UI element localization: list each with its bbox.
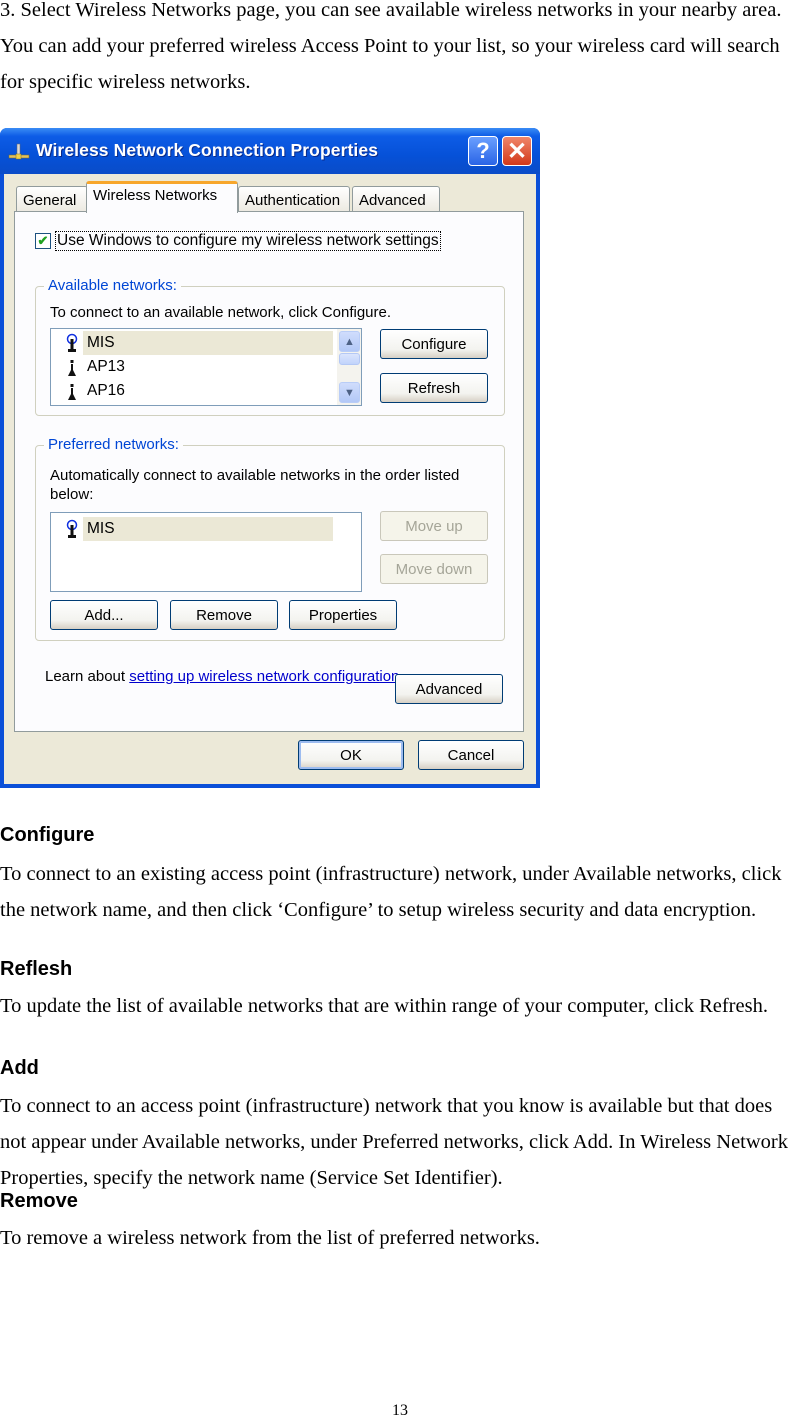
use-windows-label[interactable]: Use Windows to configure my wireless net… bbox=[55, 231, 441, 251]
section-heading-add: Add bbox=[0, 1057, 39, 1079]
learn-prefix: Learn about bbox=[45, 668, 130, 685]
add-button[interactable]: Add... bbox=[50, 600, 158, 630]
ok-button[interactable]: OK bbox=[298, 740, 404, 770]
close-button[interactable]: ✕ bbox=[502, 136, 532, 166]
list-item[interactable]: MIS bbox=[51, 517, 333, 541]
cancel-button[interactable]: Cancel bbox=[418, 740, 524, 770]
section-body-configure: To connect to an existing access point (… bbox=[0, 863, 782, 921]
use-windows-checkbox[interactable]: ✔ bbox=[35, 233, 51, 249]
scroll-up-button[interactable]: ▲ bbox=[339, 331, 360, 352]
chevron-down-icon: ▼ bbox=[344, 386, 355, 399]
scroll-down-button[interactable]: ▼ bbox=[339, 382, 360, 403]
advanced-button[interactable]: Advanced bbox=[395, 674, 503, 704]
tab-advanced[interactable]: Advanced bbox=[352, 186, 440, 212]
learn-about-text: Learn about setting up wireless network … bbox=[45, 667, 404, 686]
intro-paragraph: 3. Select Wireless Networks page, you ca… bbox=[0, 0, 782, 93]
list-item[interactable]: AP13 bbox=[51, 355, 125, 379]
wireless-ap-icon bbox=[68, 360, 76, 376]
section-heading-configure: Configure bbox=[0, 824, 95, 846]
configure-button[interactable]: Configure bbox=[380, 329, 488, 359]
dialog-titlebar[interactable]: Wireless Network Connection Properties ?… bbox=[0, 128, 540, 174]
network-connection-icon bbox=[8, 143, 30, 160]
tab-authentication[interactable]: Authentication bbox=[238, 186, 350, 212]
available-list-scrollbar[interactable]: ▲ ▼ bbox=[337, 329, 361, 405]
dialog-client-area: General Wireless Networks Authentication… bbox=[4, 174, 536, 784]
move-down-button[interactable]: Move down bbox=[380, 554, 488, 584]
close-icon: ✕ bbox=[506, 137, 528, 165]
chevron-up-icon: ▲ bbox=[344, 335, 355, 348]
section-heading-reflesh: Reflesh bbox=[0, 958, 73, 980]
available-networks-description: To connect to an available network, clic… bbox=[50, 304, 392, 321]
move-up-button[interactable]: Move up bbox=[380, 511, 488, 541]
section-heading-remove: Remove bbox=[0, 1190, 78, 1212]
wireless-networks-panel: ✔ Use Windows to configure my wireless n… bbox=[14, 211, 524, 732]
list-item[interactable]: MIS bbox=[51, 331, 333, 355]
help-icon: ? bbox=[476, 138, 490, 163]
available-networks-title: Available networks: bbox=[44, 277, 181, 294]
wireless-ap-configured-icon bbox=[66, 519, 78, 538]
list-item[interactable]: AP16 bbox=[51, 379, 125, 403]
wireless-ap-configured-icon bbox=[66, 333, 78, 352]
preferred-networks-description: Automatically connect to available netwo… bbox=[50, 467, 460, 503]
scroll-thumb[interactable] bbox=[339, 353, 360, 365]
preferred-networks-list[interactable]: MIS bbox=[50, 512, 362, 592]
wireless-properties-dialog: Wireless Network Connection Properties ?… bbox=[0, 128, 540, 788]
learn-link[interactable]: setting up wireless network configuratio… bbox=[129, 668, 403, 685]
use-windows-checkbox-row[interactable]: ✔ Use Windows to configure my wireless n… bbox=[35, 231, 441, 251]
refresh-button[interactable]: Refresh bbox=[380, 373, 488, 403]
network-name: MIS bbox=[83, 331, 333, 355]
network-name: MIS bbox=[83, 517, 333, 541]
wireless-ap-icon bbox=[68, 384, 76, 400]
tab-general[interactable]: General bbox=[16, 186, 88, 212]
network-name: AP13 bbox=[87, 358, 125, 375]
dialog-title: Wireless Network Connection Properties bbox=[36, 140, 379, 160]
tab-wireless-networks[interactable]: Wireless Networks bbox=[86, 181, 238, 213]
section-body-remove: To remove a wireless network from the li… bbox=[0, 1227, 540, 1249]
check-icon: ✔ bbox=[37, 233, 49, 248]
available-networks-group: Available networks: To connect to an ava… bbox=[35, 277, 505, 416]
help-button[interactable]: ? bbox=[468, 136, 498, 166]
available-networks-list[interactable]: MIS AP13 AP16 ▲ ▼ bbox=[50, 328, 362, 406]
network-name: AP16 bbox=[87, 382, 125, 399]
section-body-reflesh: To update the list of available networks… bbox=[0, 995, 768, 1017]
preferred-networks-title: Preferred networks: bbox=[44, 436, 183, 453]
remove-button[interactable]: Remove bbox=[170, 600, 278, 630]
preferred-networks-group: Preferred networks: Automatically connec… bbox=[35, 436, 505, 641]
properties-button[interactable]: Properties bbox=[289, 600, 397, 630]
section-body-add: To connect to an access point (infrastru… bbox=[0, 1095, 788, 1189]
page-number: 13 bbox=[392, 1402, 408, 1419]
